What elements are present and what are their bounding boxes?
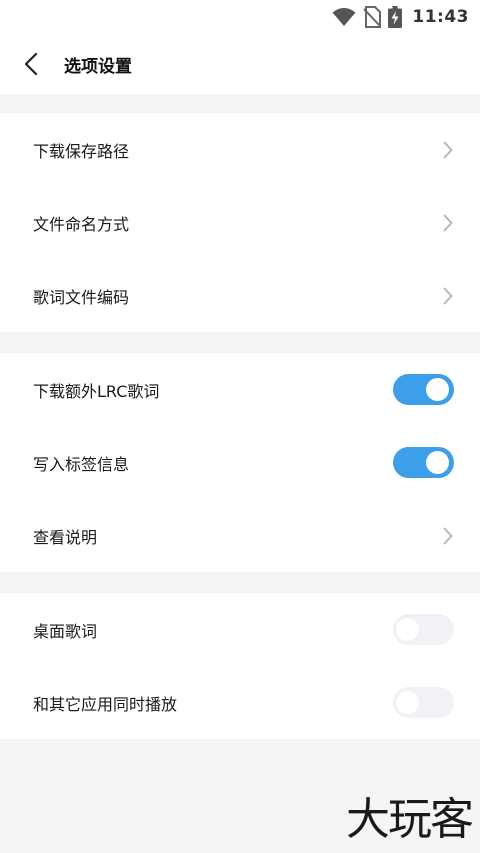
setting-label: 写入标签信息 [33,454,130,474]
status-bar: 11:43 [0,0,480,34]
chevron-left-icon [24,52,38,76]
chevron-right-icon [443,214,453,232]
no-sim-icon [363,6,382,28]
setting-label: 桌面歌词 [33,621,98,641]
page-title: 选项设置 [64,56,132,77]
battery-charging-icon [388,6,403,28]
write-tags-toggle[interactable] [393,447,454,478]
settings-group-download: 下载保存路径 文件命名方式 歌词文件编码 [0,113,480,332]
back-button[interactable] [0,34,60,94]
toggle-knob [396,618,419,641]
setting-mix-playback: 和其它应用同时播放 [0,666,480,739]
settings-group-tags: 下载额外LRC歌词 写入标签信息 查看说明 [0,353,480,572]
app-header: 选项设置 [0,34,480,94]
mix-playback-toggle[interactable] [393,687,454,718]
toggle-knob [426,378,449,401]
setting-desktop-lyrics: 桌面歌词 [0,593,480,666]
chevron-right-icon [443,527,453,545]
setting-label: 歌词文件编码 [33,287,130,307]
setting-lyrics-encoding[interactable]: 歌词文件编码 [0,259,480,332]
toggle-knob [426,451,449,474]
watermark-logo: 大玩客 [346,794,474,845]
setting-write-tags: 写入标签信息 [0,426,480,499]
setting-extra-lrc: 下载额外LRC歌词 [0,353,480,426]
chevron-right-icon [443,287,453,305]
setting-label: 和其它应用同时播放 [33,694,178,714]
setting-label: 文件命名方式 [33,214,130,234]
chevron-right-icon [443,141,453,159]
setting-download-path[interactable]: 下载保存路径 [0,113,480,186]
status-time: 11:43 [412,7,469,27]
setting-label: 下载额外LRC歌词 [33,381,160,401]
wifi-icon [332,7,356,27]
settings-group-playback: 桌面歌词 和其它应用同时播放 [0,593,480,739]
setting-view-instructions[interactable]: 查看说明 [0,499,480,572]
setting-label: 查看说明 [33,527,98,547]
desktop-lyrics-toggle[interactable] [393,614,454,645]
extra-lrc-toggle[interactable] [393,374,454,405]
settings-screen: 11:43 选项设置 下载保存路径 文件命名方式 歌词文件编码 下载额外LRC歌… [0,0,480,853]
toggle-knob [396,691,419,714]
setting-file-naming[interactable]: 文件命名方式 [0,186,480,259]
setting-label: 下载保存路径 [33,141,130,161]
